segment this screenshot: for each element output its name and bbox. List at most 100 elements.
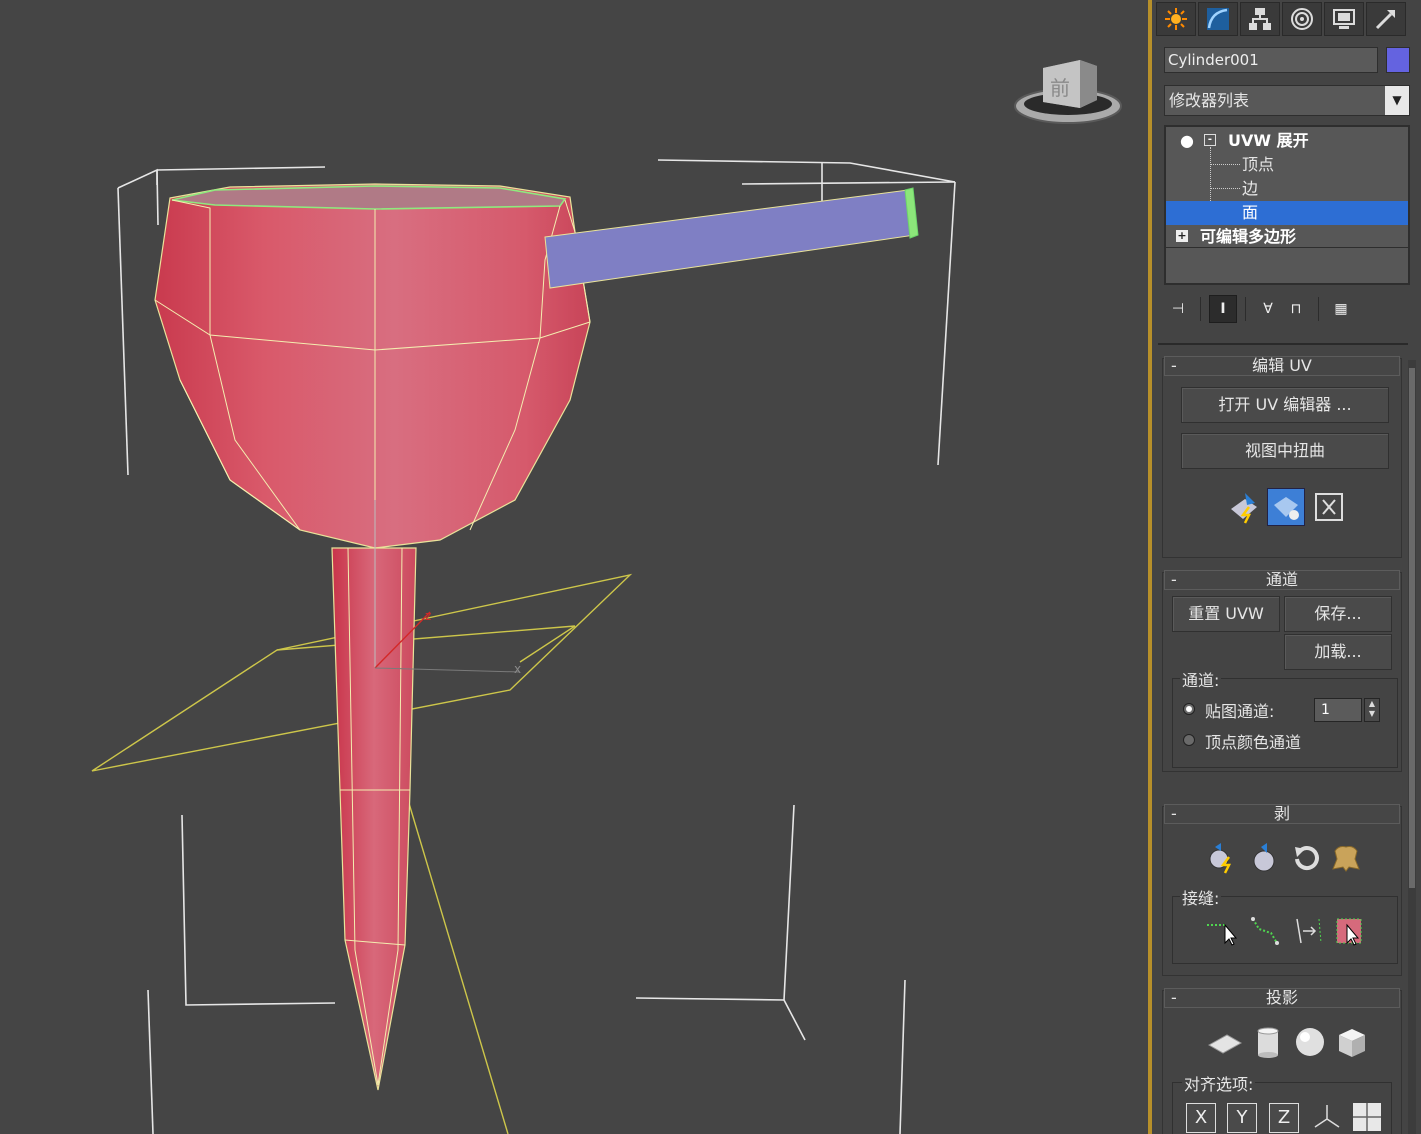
object-color-swatch[interactable] bbox=[1386, 47, 1410, 73]
perspective-viewport[interactable]: z x 前 bbox=[0, 0, 1148, 1134]
peel-title: 剥 bbox=[1273, 804, 1290, 823]
map-channel-spinner[interactable]: 1 bbox=[1314, 698, 1362, 722]
stack-item-face[interactable]: 面 bbox=[1166, 201, 1408, 225]
collapse-rollout-icon: - bbox=[1171, 356, 1177, 375]
lightbulb-icon[interactable]: ● bbox=[1180, 129, 1194, 153]
make-unique-button[interactable]: ∀ bbox=[1254, 295, 1282, 323]
create-tab[interactable] bbox=[1156, 2, 1196, 36]
end-result-icon: I bbox=[1220, 301, 1226, 317]
pelt-map-button[interactable] bbox=[1328, 840, 1364, 876]
stack-item-face-label: 面 bbox=[1242, 203, 1259, 222]
spherical-map-button[interactable] bbox=[1292, 1024, 1328, 1060]
pin-stack-button[interactable]: ⊣ bbox=[1164, 295, 1192, 323]
trash-icon: ⊓ bbox=[1290, 301, 1302, 317]
modifier-stack[interactable]: ● - UVW 展开 顶点 边 面 + 可编辑多边形 bbox=[1164, 125, 1410, 285]
hierarchy-tab[interactable] bbox=[1240, 2, 1280, 36]
expand-seam-icon bbox=[1336, 918, 1362, 946]
map-channel-radio[interactable] bbox=[1183, 703, 1195, 715]
tweak-in-view-button[interactable]: 视图中扭曲 bbox=[1181, 433, 1389, 469]
cylindrical-map-button[interactable] bbox=[1250, 1024, 1286, 1060]
align-x-button[interactable]: X bbox=[1186, 1103, 1216, 1133]
viewport-scene[interactable]: z x 前 bbox=[0, 0, 1148, 1134]
modify-tab[interactable] bbox=[1198, 2, 1238, 36]
box-map-button[interactable] bbox=[1334, 1024, 1370, 1060]
motion-tab[interactable] bbox=[1282, 2, 1322, 36]
stem-mesh bbox=[331, 547, 417, 1091]
align-to-normal-button[interactable] bbox=[1310, 1100, 1344, 1134]
stack-item-vertex[interactable]: 顶点 bbox=[1166, 153, 1408, 177]
align-z-button[interactable]: Z bbox=[1269, 1103, 1299, 1133]
make-unique-icon: ∀ bbox=[1263, 301, 1273, 317]
stack-item-vertex-label: 顶点 bbox=[1242, 155, 1275, 174]
axis-tripod-icon bbox=[1314, 1105, 1340, 1128]
load-button[interactable]: 加载... bbox=[1284, 634, 1392, 670]
quick-planar-map-button[interactable] bbox=[1226, 488, 1264, 526]
utilities-icon bbox=[1375, 10, 1395, 30]
stack-item-editable-poly[interactable]: + 可编辑多边形 bbox=[1166, 225, 1408, 249]
vertex-color-channel-label: 顶点颜色通道 bbox=[1205, 733, 1302, 752]
planar-map-button[interactable] bbox=[1204, 1024, 1244, 1060]
align-y-button[interactable]: Y bbox=[1227, 1103, 1257, 1133]
quick-planar-icon bbox=[1231, 493, 1257, 524]
reset-peel-button[interactable] bbox=[1288, 840, 1324, 876]
object-name-field[interactable]: Cylinder001 bbox=[1164, 47, 1378, 73]
expand-icon[interactable]: + bbox=[1176, 230, 1188, 242]
edit-uv-rollout-header[interactable]: - 编辑 UV bbox=[1164, 356, 1400, 376]
dropdown-arrow-icon[interactable]: ▼ bbox=[1385, 86, 1409, 115]
modifier-list-dropdown[interactable]: 修改器列表 ▼ bbox=[1164, 85, 1410, 116]
stack-divider bbox=[1166, 247, 1408, 248]
x-close-icon bbox=[1315, 493, 1343, 521]
command-panel: Cylinder001 修改器列表 ▼ ● - UVW 展开 顶点 边 面 + … bbox=[1152, 0, 1421, 1134]
utilities-tab[interactable] bbox=[1366, 2, 1406, 36]
point-to-point-seams-button[interactable] bbox=[1248, 914, 1286, 948]
save-button[interactable]: 保存... bbox=[1284, 596, 1392, 632]
show-map-button[interactable] bbox=[1267, 488, 1305, 526]
panel-divider bbox=[1158, 343, 1408, 345]
display-tab[interactable] bbox=[1324, 2, 1364, 36]
reset-uvw-button[interactable]: 重置 UVW bbox=[1172, 596, 1280, 632]
channel-group-label: 通道: bbox=[1180, 667, 1222, 691]
seams-group-label: 接缝: bbox=[1180, 885, 1222, 909]
map-channel-label: 贴图通道: bbox=[1205, 702, 1275, 721]
hierarchy-icon bbox=[1249, 8, 1271, 30]
peel-mode-icon bbox=[1253, 843, 1275, 872]
projection-rollout-header[interactable]: - 投影 bbox=[1164, 988, 1400, 1008]
sphere-icon bbox=[1296, 1028, 1324, 1056]
convert-edge-to-seam-button[interactable] bbox=[1290, 914, 1328, 948]
motion-icon bbox=[1291, 8, 1313, 30]
spinner-arrows-icon[interactable]: ▲ ▼ bbox=[1364, 698, 1380, 722]
stack-item-edge[interactable]: 边 bbox=[1166, 177, 1408, 201]
pelt-icon bbox=[1332, 846, 1360, 872]
command-panel-scrollbar[interactable] bbox=[1408, 360, 1416, 1134]
toolbar-divider bbox=[1318, 297, 1319, 321]
collapse-rollout-icon: - bbox=[1171, 804, 1177, 823]
planar-icon bbox=[1207, 1034, 1243, 1054]
quick-peel-button[interactable] bbox=[1204, 840, 1240, 876]
undo-rotate-icon bbox=[1295, 846, 1319, 870]
viewcube-face-label: 前 bbox=[1050, 76, 1070, 100]
show-end-result-button[interactable]: I bbox=[1209, 295, 1237, 323]
modify-icon bbox=[1207, 8, 1229, 30]
expand-seams-button[interactable] bbox=[1332, 914, 1370, 948]
viewcube[interactable]: 前 bbox=[1014, 60, 1122, 124]
scrollbar-thumb[interactable] bbox=[1409, 368, 1415, 888]
stack-item-editable-poly-label: 可编辑多边形 bbox=[1200, 227, 1297, 246]
collapse-icon[interactable]: - bbox=[1204, 134, 1216, 146]
show-map-icon bbox=[1274, 497, 1299, 520]
remove-modifier-button[interactable]: ⊓ bbox=[1282, 295, 1310, 323]
reset-map-button[interactable] bbox=[1312, 490, 1346, 524]
stack-item-uvw-unwrap[interactable]: ● - UVW 展开 bbox=[1166, 129, 1408, 153]
open-uv-editor-button[interactable]: 打开 UV 编辑器 ... bbox=[1181, 387, 1389, 423]
edit-seams-button[interactable] bbox=[1204, 914, 1242, 948]
configure-modifier-sets-button[interactable]: ▦ bbox=[1327, 295, 1355, 323]
fit-button[interactable] bbox=[1350, 1100, 1384, 1134]
gizmo-z-label: z bbox=[425, 609, 431, 623]
vertex-color-channel-radio[interactable] bbox=[1183, 734, 1195, 746]
peel-mode-button[interactable] bbox=[1246, 840, 1282, 876]
edit-uv-title: 编辑 UV bbox=[1252, 356, 1312, 375]
edge-to-seam-icon bbox=[1296, 918, 1322, 944]
cup-mesh bbox=[154, 183, 591, 549]
channel-rollout-header[interactable]: - 通道 bbox=[1164, 570, 1400, 590]
projection-title: 投影 bbox=[1265, 988, 1298, 1007]
peel-rollout-header[interactable]: - 剥 bbox=[1164, 804, 1400, 824]
